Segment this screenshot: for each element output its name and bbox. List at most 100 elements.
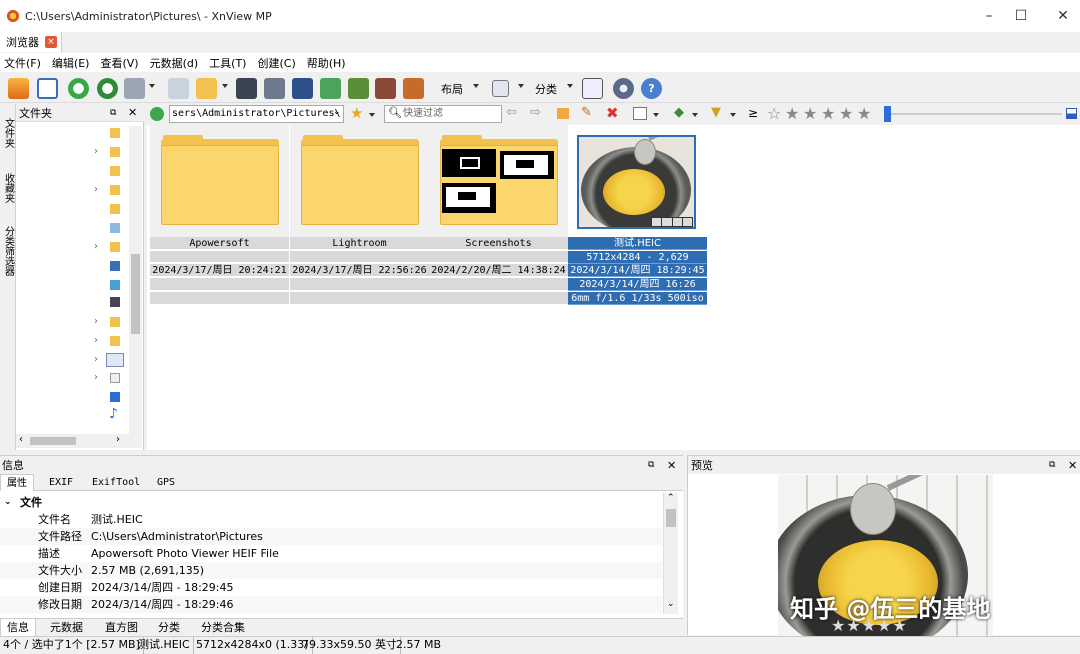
open-folder-icon[interactable] [196, 78, 217, 99]
thumbnail-item[interactable]: Lightroom 2024/3/17/周日 22:56:26 [290, 125, 429, 305]
close-panel-icon[interactable]: ✕ [667, 459, 676, 472]
float-panel-icon[interactable]: ⧉ [648, 460, 654, 470]
chevron-up-icon[interactable]: ⌃ [667, 493, 675, 503]
chevron-down-icon[interactable] [567, 84, 573, 88]
chevron-right-icon[interactable]: › [116, 434, 120, 445]
chevron-down-icon[interactable] [369, 113, 375, 117]
chevron-down-icon[interactable]: ⌄ [333, 107, 341, 117]
convert-icon[interactable] [320, 78, 341, 99]
folder-icon[interactable] [110, 185, 120, 195]
menu-tools[interactable]: 工具(T) [205, 55, 253, 71]
rating-operator[interactable]: ≥ [748, 106, 758, 120]
folder-icon[interactable] [110, 204, 120, 214]
thumbnail-size-slider[interactable] [887, 113, 1062, 115]
chevron-down-icon[interactable] [149, 84, 155, 88]
pictures-folder-icon[interactable] [106, 353, 124, 367]
rename-icon[interactable]: ✎ [581, 105, 592, 120]
tab-browser[interactable]: 浏览器 × [0, 32, 62, 52]
thumbnail-item[interactable]: Screenshots 2024/2/20/周二 14:38:24 [429, 125, 568, 305]
tab-exif[interactable]: EXIF [43, 474, 79, 491]
menu-edit[interactable]: 编辑(E) [48, 55, 97, 71]
layout-label[interactable]: 布局 [441, 81, 463, 97]
chevron-right-icon[interactable]: › [94, 146, 98, 157]
chevron-left-icon[interactable]: ‹ [19, 434, 23, 445]
float-panel-icon[interactable]: ⧉ [110, 108, 116, 118]
drive-icon[interactable] [110, 261, 120, 271]
new-folder-icon[interactable] [557, 108, 569, 119]
back-icon[interactable]: ⇦ [506, 105, 517, 120]
chevron-right-icon[interactable]: › [94, 335, 98, 346]
tree-hscrollbar[interactable]: ‹ › [16, 434, 142, 448]
panel-toggle-icon[interactable] [1066, 108, 1077, 119]
section-header[interactable]: ⌄ 文件 [0, 494, 662, 511]
property-row[interactable]: 修改日期 2024/3/14/周四 - 18:29:46 [0, 596, 662, 613]
chevron-down-icon[interactable] [653, 113, 659, 117]
info-scroll-thumb[interactable] [666, 509, 676, 527]
capture-icon[interactable] [375, 78, 396, 99]
close-panel-icon[interactable]: ✕ [1068, 459, 1077, 472]
close-window-button[interactable]: ✕ [1040, 0, 1080, 32]
desktop-icon[interactable] [110, 280, 120, 290]
thumbnail-size-icon[interactable] [633, 107, 647, 120]
tab-histogram[interactable]: 直方图 [99, 619, 144, 637]
tab-gps[interactable]: GPS [151, 474, 181, 491]
tab-category-sets[interactable]: 分类合集 [195, 619, 251, 637]
path-input[interactable]: sers\Administrator\Pictures\ [169, 105, 344, 123]
chevron-right-icon[interactable]: › [94, 316, 98, 327]
film-strip-icon[interactable] [292, 78, 313, 99]
property-row[interactable]: 文件大小 2.57 MB (2,691,135) [0, 562, 662, 579]
tab-exiftool[interactable]: ExifTool [86, 474, 146, 491]
rotate-icon[interactable] [97, 78, 118, 99]
sort-label[interactable]: 分类 [535, 81, 557, 97]
forward-icon[interactable]: ⇨ [530, 105, 541, 120]
menu-help[interactable]: 帮助(H) [303, 55, 353, 71]
close-tab-icon[interactable]: × [45, 36, 57, 48]
chevron-down-icon[interactable] [222, 84, 228, 88]
folder-icon[interactable] [110, 147, 120, 157]
chevron-right-icon[interactable]: › [94, 354, 98, 365]
chevron-down-icon[interactable] [518, 84, 524, 88]
rating-star-icon[interactable]: ★ [821, 104, 835, 124]
property-row[interactable]: 创建日期 2024/3/14/周四 - 18:29:45 [0, 579, 662, 596]
tag-icon[interactable]: ◆ [674, 105, 684, 120]
refresh-icon[interactable] [68, 78, 89, 99]
rating-star-icon[interactable]: ☆ [767, 104, 781, 124]
view-mode-icon[interactable] [492, 80, 509, 97]
batch-icon[interactable] [348, 78, 369, 99]
chevron-down-icon[interactable] [730, 113, 736, 117]
fullscreen-icon[interactable] [37, 78, 58, 99]
side-tab-favorites[interactable]: 收藏夹 [1, 166, 15, 210]
thumbnail-item-selected[interactable]: 测试.HEIC 5712x4284 - 2,629 2024/3/14/周四 1… [568, 125, 707, 305]
help-icon[interactable]: ? [641, 78, 662, 99]
chevron-down-icon[interactable]: ⌄ [4, 494, 12, 511]
chevron-right-icon[interactable]: › [94, 184, 98, 195]
favorite-star-icon[interactable]: ★ [350, 104, 363, 122]
network-folder-icon[interactable] [110, 223, 120, 233]
settings-gear-icon[interactable] [613, 78, 634, 99]
folder-icon[interactable] [110, 128, 120, 138]
rating-star-icon[interactable]: ★ [857, 104, 871, 124]
property-row[interactable]: 文件名 测试.HEIC [0, 511, 662, 528]
music-icon[interactable]: ♪ [109, 406, 118, 422]
chevron-down-icon[interactable] [473, 84, 479, 88]
chevron-right-icon[interactable]: › [94, 372, 98, 383]
image-tools-icon[interactable] [124, 78, 145, 99]
folder-icon[interactable] [110, 242, 120, 252]
menu-file[interactable]: 文件(F) [0, 55, 48, 71]
copy-to-icon[interactable] [168, 78, 189, 99]
binoculars-icon[interactable] [236, 78, 257, 99]
tab-metadata[interactable]: 元数据 [44, 619, 89, 637]
document-icon[interactable] [110, 373, 120, 383]
side-tab-category-filter[interactable]: 分类筛选器 [1, 218, 15, 284]
tree-icon[interactable] [582, 78, 603, 99]
folder-icon[interactable] [110, 166, 120, 176]
tab-info[interactable]: 信息 [0, 619, 36, 637]
maximize-button[interactable]: ☐ [998, 0, 1044, 32]
go-up-icon[interactable] [150, 107, 164, 121]
menu-metadata[interactable]: 元数据(d) [146, 55, 206, 71]
thumbnail-item[interactable]: Apowersoft 2024/3/17/周日 20:24:21 [150, 125, 289, 305]
tab-category[interactable]: 分类 [152, 619, 186, 637]
close-panel-icon[interactable]: ✕ [128, 106, 137, 119]
chevron-down-icon[interactable] [692, 113, 698, 117]
delete-icon[interactable]: ✖ [606, 104, 619, 122]
